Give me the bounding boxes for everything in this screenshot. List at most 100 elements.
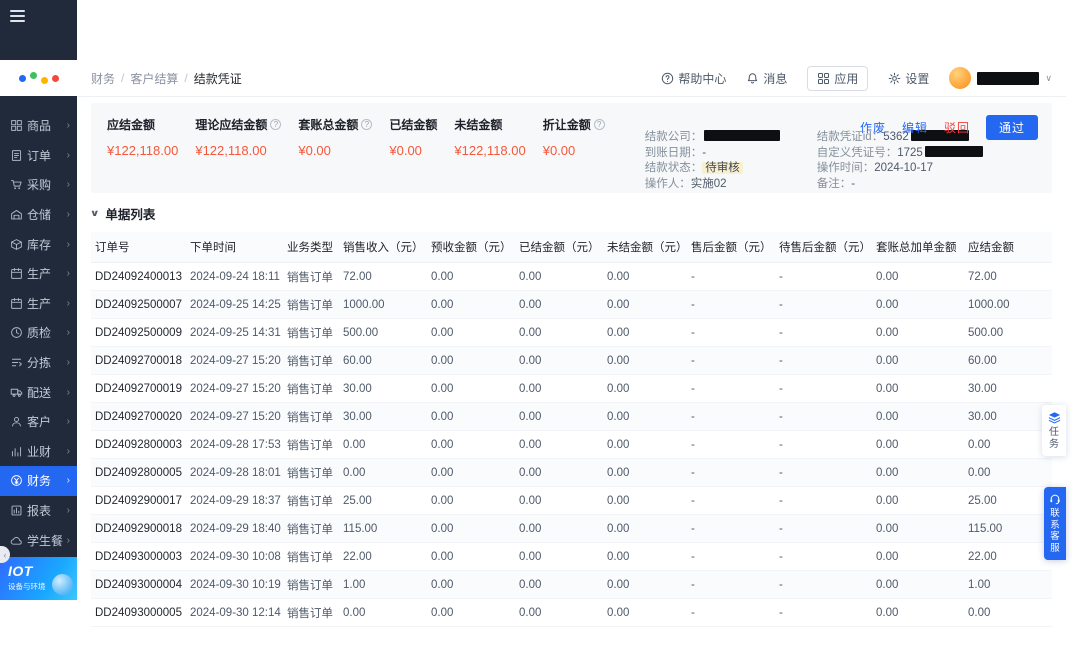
contact-support-widget[interactable]: 联系客服 (1044, 487, 1066, 560)
sidebar-item-production-1[interactable]: 生产 › (0, 259, 77, 289)
gear-icon (888, 72, 901, 85)
cell-sales-income: 1000.00 (339, 290, 427, 319)
cell-sales-income: 60.00 (339, 346, 427, 375)
breadcrumb: 财务 / 客户结算 / 结款凭证 (91, 70, 242, 87)
cell-unsettled: 0.00 (603, 346, 687, 375)
sidebar-item-delivery[interactable]: 配送 › (0, 377, 77, 407)
reject-button[interactable]: 驳回 (944, 119, 970, 136)
settings-button[interactable]: 设置 (888, 70, 929, 87)
cell-biz-type: 销售订单 (283, 430, 339, 459)
info-value: 1725 (897, 146, 923, 159)
cell-account-add: 0.00 (872, 458, 964, 487)
cell-aftersale: - (687, 374, 775, 403)
approve-button[interactable]: 通过 (985, 115, 1038, 140)
table-row[interactable]: DD24092800003 2024-09-28 17:53 销售订单 0.00 0.0… (91, 430, 1052, 459)
cell-pending-aftersale: - (775, 570, 872, 599)
sidebar-item-warehouse[interactable]: 仓储 › (0, 200, 77, 230)
sidebar-item-goods[interactable]: 商品 › (0, 111, 77, 141)
menu-toggle-icon[interactable] (10, 10, 25, 22)
table-row[interactable]: DD24092900018 2024-09-29 18:40 销售订单 115.00 0… (91, 514, 1052, 543)
table-row[interactable]: DD24092700019 2024-09-27 15:20 销售订单 30.00 0.… (91, 374, 1052, 403)
chevron-right-icon: › (66, 534, 70, 546)
cell-prepaid: 0.00 (427, 542, 515, 571)
cell-prepaid: 0.00 (427, 598, 515, 627)
table-row[interactable]: DD24092400013 2024-09-24 18:11 销售订单 72.00 0.… (91, 262, 1052, 291)
sidebar-item-finance[interactable]: 财务 › (0, 466, 77, 496)
column-header-biz-type: 业务类型 (283, 232, 339, 263)
table-row[interactable]: DD24093000004 2024-09-30 10:19 销售订单 1.00 0.0… (91, 570, 1052, 599)
goods-grid-icon (10, 119, 23, 132)
avatar (949, 67, 972, 89)
cell-order-time: 2024-09-30 10:19 (186, 570, 283, 599)
cell-payable: 25.00 (964, 486, 1052, 515)
table-row[interactable]: DD24092800005 2024-09-28 18:01 销售订单 0.00 0.0… (91, 458, 1052, 487)
cell-order-time: 2024-09-28 18:01 (186, 458, 283, 487)
sidebar-item-production-2[interactable]: 生产 › (0, 289, 77, 319)
amount-label: 套账总金额 ? (298, 116, 373, 133)
cell-order-no: DD24092800003 (91, 430, 186, 459)
void-button[interactable]: 作废 (860, 119, 886, 136)
redacted-text (704, 130, 781, 141)
table-row[interactable]: DD24093000003 2024-09-30 10:08 销售订单 22.00 0.… (91, 542, 1052, 571)
apps-button[interactable]: 应用 (807, 65, 869, 91)
cell-account-add: 0.00 (872, 402, 964, 431)
cell-pending-aftersale: - (775, 458, 872, 487)
cell-settled: 0.00 (515, 374, 603, 403)
breadcrumb-item-finance[interactable]: 财务 (91, 70, 115, 87)
cell-order-no: DD24092500009 (91, 318, 186, 347)
table-body: DD24092400013 2024-09-24 18:11 销售订单 72.00 0.… (91, 262, 1052, 627)
table-header-row: 订单号下单时间业务类型销售收入（元） ?预收金额（元） ?已结金额（元） ?未结… (91, 232, 1052, 263)
info-label: 操作时间： (816, 162, 875, 174)
apps-grid-icon (817, 72, 830, 85)
amount-label: 已结金额 (389, 118, 438, 132)
cell-order-time: 2024-09-27 15:20 (186, 374, 283, 403)
info-icon[interactable]: ? (270, 119, 282, 130)
table-row[interactable]: DD24092700018 2024-09-27 15:20 销售订单 60.00 0.… (91, 346, 1052, 375)
help-center-button[interactable]: 帮助中心 (661, 70, 726, 87)
sidebar-item-sorting[interactable]: 分拣 › (0, 348, 77, 378)
info-icon[interactable]: ? (593, 119, 605, 130)
cell-settled: 0.00 (515, 598, 603, 627)
table-row[interactable]: DD24093000005 2024-09-30 12:14 销售订单 0.00 0.0… (91, 598, 1052, 627)
amount-value: ¥122,118.00 (454, 143, 526, 158)
documents-section-header[interactable]: ∨ 单据列表 (90, 204, 1052, 223)
cell-sales-income: 30.00 (339, 374, 427, 403)
sidebar-item-customers[interactable]: 客户 › (0, 407, 77, 437)
cell-settled: 0.00 (515, 402, 603, 431)
table-row[interactable]: DD24092700020 2024-09-27 15:20 销售订单 30.00 0.… (91, 402, 1052, 431)
sidebar-item-label: 生产 (27, 296, 52, 311)
cell-order-time: 2024-09-25 14:31 (186, 318, 283, 347)
sidebar-item-label: 库存 (27, 237, 52, 252)
info-icon[interactable]: ? (361, 119, 373, 130)
sidebar-item-procurement[interactable]: 采购 › (0, 170, 77, 200)
sidebar-item-label: 仓储 (27, 208, 52, 223)
cell-aftersale: - (687, 318, 775, 347)
table-row[interactable]: DD24092500007 2024-09-25 14:25 销售订单 1000.00… (91, 290, 1052, 319)
table-row[interactable]: DD24092900017 2024-09-29 18:37 销售订单 25.00 0.… (91, 486, 1052, 515)
sidebar-item-student-meals[interactable]: 学生餐 › (0, 525, 77, 555)
cell-aftersale: - (687, 486, 775, 515)
cell-account-add: 0.00 (872, 542, 964, 571)
sidebar-item-inventory[interactable]: 库存 › (0, 229, 77, 259)
sidebar-item-reports[interactable]: 报表 › (0, 496, 77, 526)
tasks-widget[interactable]: 任务 (1042, 405, 1066, 456)
edit-button[interactable]: 编辑 (902, 119, 928, 136)
apps-label: 应用 (834, 71, 859, 86)
sidebar-item-biz-finance[interactable]: 业财 › (0, 437, 77, 467)
cell-settled: 0.00 (515, 458, 603, 487)
table-row[interactable]: DD24092500009 2024-09-25 14:31 销售订单 500.00 0… (91, 318, 1052, 347)
sidebar-item-quality[interactable]: 质检 › (0, 318, 77, 348)
cell-payable: 30.00 (964, 402, 1052, 431)
logo[interactable] (0, 60, 77, 96)
chevron-right-icon: › (66, 505, 70, 517)
cell-prepaid: 0.00 (427, 458, 515, 487)
info-label: 备注： (816, 177, 852, 190)
sidebar-item-orders[interactable]: 订单 › (0, 141, 77, 171)
user-name-redacted (977, 71, 1040, 85)
breadcrumb-item-customer-settlement[interactable]: 客户结算 (130, 70, 178, 87)
cell-account-add: 0.00 (872, 514, 964, 543)
iot-widget[interactable]: IOT 设备与环境 (0, 557, 77, 600)
user-menu[interactable]: ∨ (949, 67, 1052, 89)
cell-biz-type: 销售订单 (283, 262, 339, 291)
messages-button[interactable]: 消息 (746, 70, 787, 87)
